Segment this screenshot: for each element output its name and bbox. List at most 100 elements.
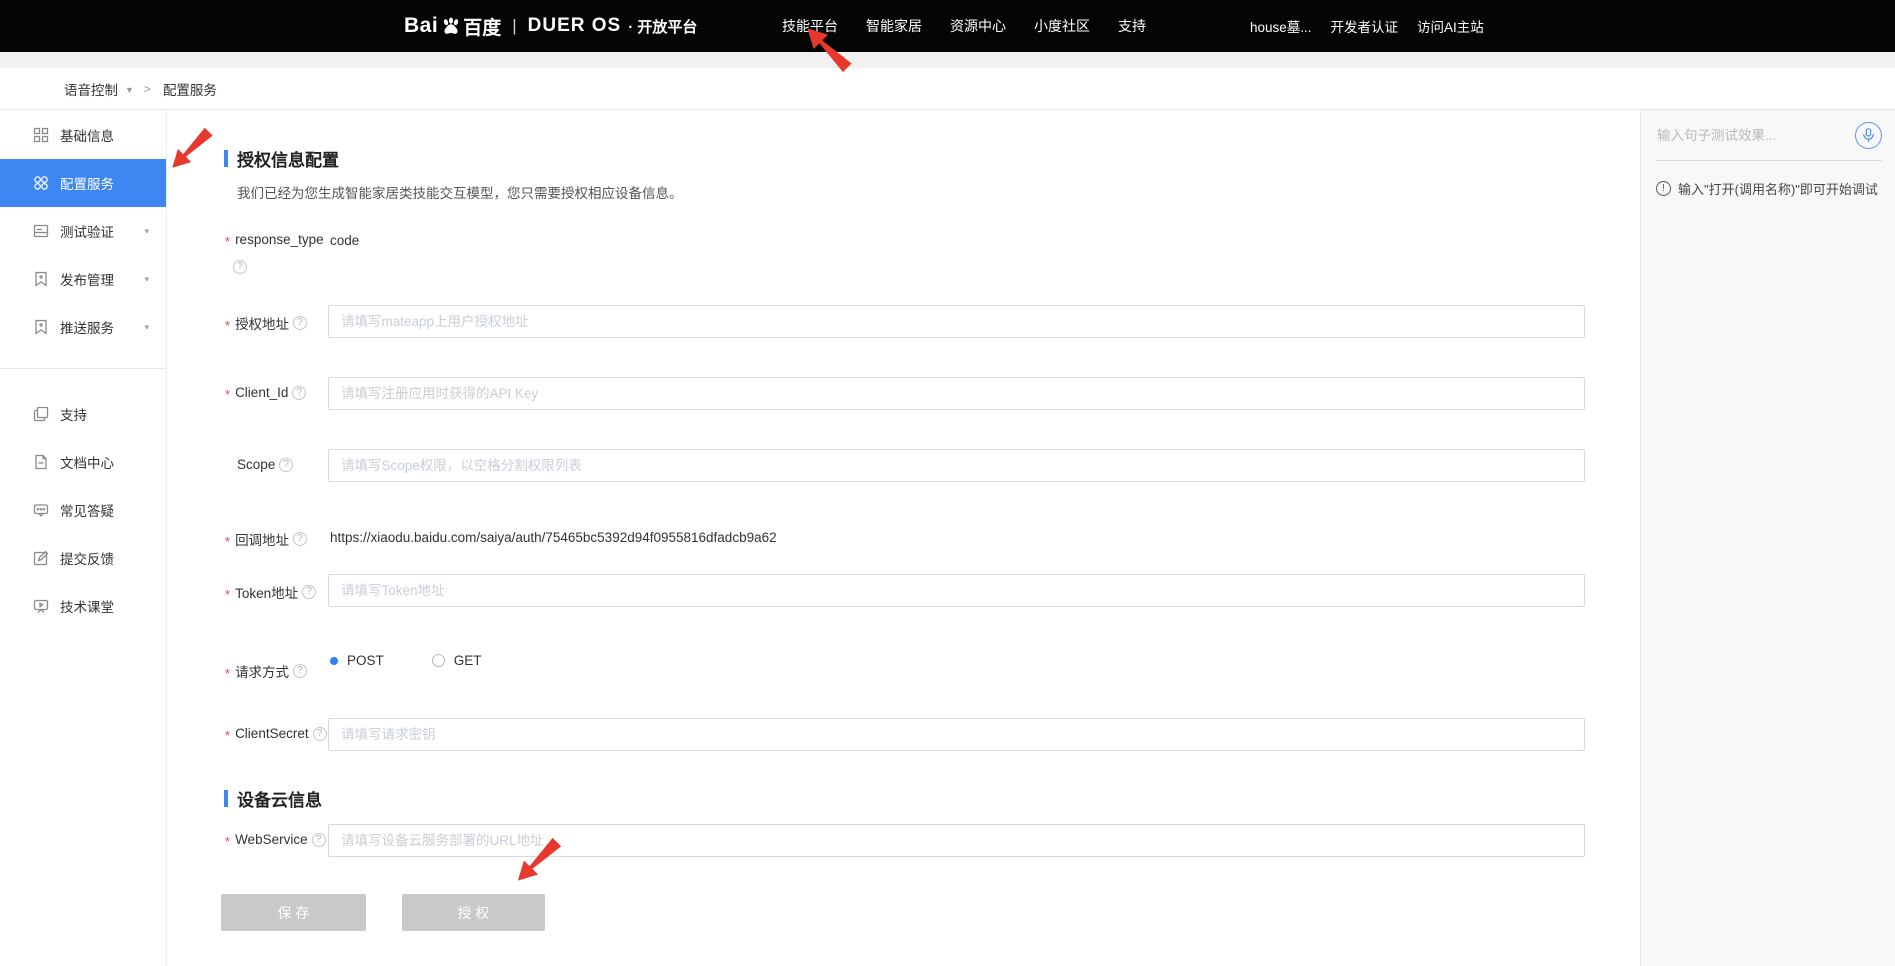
authorize-button[interactable]: 授 权 [402, 894, 545, 931]
required-asterisk: * [225, 728, 230, 743]
client-id-input[interactable] [328, 377, 1585, 410]
nav-visit-ai-site[interactable]: 访问AI主站 [1417, 16, 1484, 36]
required-asterisk: * [225, 834, 230, 849]
chevron-down-icon[interactable]: ▾ [144, 274, 149, 285]
clover-icon [33, 175, 49, 191]
auth-url-input[interactable] [328, 305, 1585, 338]
required-asterisk: * [225, 318, 230, 333]
section-title-device-cloud: 设备云信息 [224, 786, 322, 811]
sidebar-item-label: 测试验证 [60, 221, 114, 241]
section-title-text: 授权信息配置 [237, 146, 339, 171]
sidebar-item-doc-center[interactable]: 文档中心 [0, 438, 166, 486]
navbar-gap-strip [0, 52, 1895, 68]
sidebar-item-test-verify[interactable]: 测试验证 ▾ [0, 207, 166, 255]
help-icon[interactable]: ? [312, 833, 326, 847]
help-icon[interactable]: ? [313, 727, 327, 741]
edit-square-icon [33, 550, 49, 566]
nav-xiaodu-community[interactable]: 小度社区 [1034, 16, 1090, 36]
chevron-down-icon[interactable]: ▾ [144, 322, 149, 333]
sidebar-item-label: 基础信息 [60, 125, 114, 145]
sidebar-item-push-service[interactable]: 推送服务 ▾ [0, 303, 166, 351]
radio-get[interactable]: GET [432, 653, 482, 668]
sidebar-item-label: 提交反馈 [60, 548, 114, 568]
sidebar-item-label: 配置服务 [60, 173, 114, 193]
chevron-down-icon[interactable]: ▼ [125, 85, 134, 95]
main-content: 授权信息配置 我们已经为您生成智能家居类技能交互模型，您只需要授权相应设备信息。… [167, 110, 1640, 966]
scope-input[interactable] [328, 449, 1585, 482]
test-sentence-row [1655, 110, 1882, 161]
radio-unselected-icon[interactable] [432, 654, 445, 667]
required-asterisk: * [225, 587, 230, 602]
help-icon[interactable]: ? [279, 458, 293, 472]
sidebar: 基础信息 配置服务 测试验证 ▾ 发布管理 ▾ 推送服务 ▾ 支持 文档中心 [0, 110, 167, 966]
request-method-radio-group: POST GET [330, 653, 482, 668]
test-tip-text: 输入"打开(调用名称)"即可开始调试 [1678, 179, 1878, 198]
baidu-dueros-logo[interactable]: Bai 百度 | DUER OS · 开放平台 [404, 0, 697, 52]
sidebar-item-support[interactable]: 支持 [0, 390, 166, 438]
grid-icon [33, 127, 49, 143]
section-accent-bar [224, 150, 228, 167]
field-label-response-type: * response_type [225, 232, 324, 247]
help-icon[interactable]: ? [293, 532, 307, 546]
help-icon[interactable]: ? [292, 386, 306, 400]
nav-support[interactable]: 支持 [1118, 16, 1146, 36]
sidebar-item-faq[interactable]: 常见答疑 [0, 486, 166, 534]
web-service-input[interactable] [328, 824, 1585, 857]
response-type-value: code [330, 233, 359, 248]
field-label-callback-url: * 回调地址 ? [225, 529, 307, 549]
section-accent-bar [224, 790, 228, 807]
top-navbar: Bai 百度 | DUER OS · 开放平台 技能平台 智能家居 资源中心 小… [0, 0, 1895, 52]
sidebar-divider [0, 368, 166, 369]
required-asterisk: * [225, 534, 230, 549]
sidebar-item-basic-info[interactable]: 基础信息 [0, 111, 166, 159]
sidebar-item-label: 支持 [60, 404, 87, 424]
sidebar-item-feedback[interactable]: 提交反馈 [0, 534, 166, 582]
nav-resource-center[interactable]: 资源中心 [950, 16, 1006, 36]
help-icon[interactable]: ? [293, 316, 307, 330]
client-secret-input[interactable] [328, 718, 1585, 751]
sidebar-item-label: 常见答疑 [60, 500, 114, 520]
bookmark-plus-icon [33, 319, 49, 335]
test-sentence-input[interactable] [1655, 127, 1855, 144]
required-asterisk: * [225, 666, 230, 681]
required-asterisk: * [225, 387, 230, 402]
radio-selected-icon[interactable] [330, 657, 338, 665]
logo-bai-text: Bai [404, 14, 438, 38]
help-icon[interactable]: ? [293, 664, 307, 678]
nav-developer-cert[interactable]: 开发者认证 [1331, 16, 1399, 36]
nav-links: 技能平台 智能家居 资源中心 小度社区 支持 [782, 0, 1146, 52]
sidebar-item-tech-class[interactable]: 技术课堂 [0, 582, 166, 630]
token-url-input[interactable] [328, 574, 1585, 607]
help-icon[interactable]: ? [233, 260, 247, 274]
required-asterisk: * [225, 234, 230, 249]
help-icon[interactable]: ? [302, 585, 316, 599]
nav-skill-platform[interactable]: 技能平台 [782, 16, 838, 36]
save-button[interactable]: 保 存 [221, 894, 366, 931]
file-icon [33, 454, 49, 470]
sidebar-item-publish-manage[interactable]: 发布管理 ▾ [0, 255, 166, 303]
presentation-play-icon [33, 598, 49, 614]
chat-dots-icon [33, 502, 49, 518]
logo-platform-suffix: · 开放平台 [628, 16, 697, 37]
field-label-client-secret: * ClientSecret ? [225, 726, 327, 741]
nav-smart-home[interactable]: 智能家居 [866, 16, 922, 36]
test-panel: ! 输入"打开(调用名称)"即可开始调试 [1640, 110, 1895, 966]
logo-dueros-text: DUER OS [528, 15, 622, 37]
microphone-button[interactable] [1855, 122, 1882, 149]
section-title-text: 设备云信息 [237, 786, 322, 811]
sidebar-item-config-service[interactable]: 配置服务 [0, 159, 166, 207]
copy-icon [33, 406, 49, 422]
microphone-icon [1862, 128, 1875, 142]
sidebar-item-label: 发布管理 [60, 269, 114, 289]
username[interactable]: house墓... [1250, 16, 1312, 36]
field-label-web-service: * WebService ? [225, 832, 326, 847]
logo-separator: | [512, 16, 516, 36]
bookmark-plus-icon [33, 271, 49, 287]
sidebar-item-label: 技术课堂 [60, 596, 114, 616]
section-description: 我们已经为您生成智能家居类技能交互模型，您只需要授权相应设备信息。 [237, 182, 683, 202]
field-label-request-method: * 请求方式 ? [225, 661, 307, 681]
chevron-down-icon[interactable]: ▾ [144, 226, 149, 237]
breadcrumb-skill-name[interactable]: 语音控制 [64, 79, 118, 99]
field-label-scope: Scope ? [225, 457, 293, 472]
radio-post[interactable]: POST [330, 653, 384, 668]
